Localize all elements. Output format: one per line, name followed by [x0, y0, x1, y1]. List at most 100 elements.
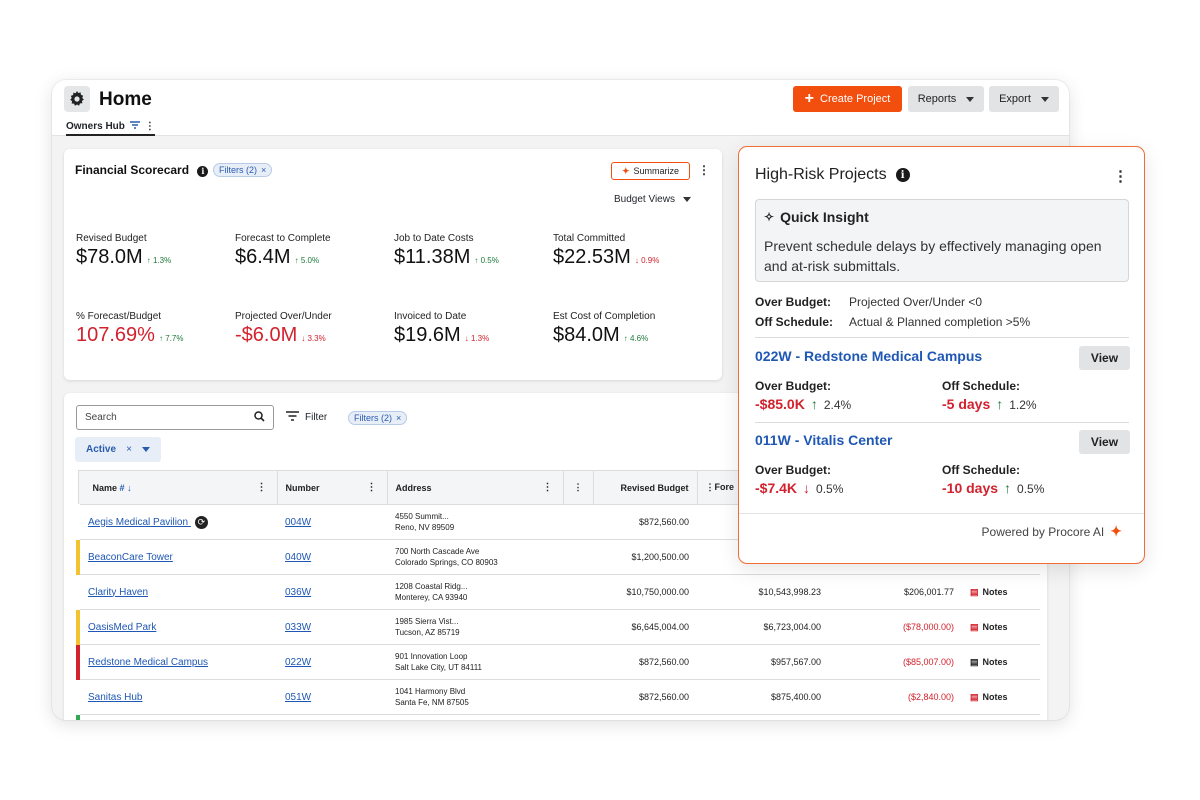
tab-label: Owners Hub: [66, 120, 125, 132]
table-row[interactable]: OasisMed Park 033W 1985 Sierra Vist... Tu…: [76, 609, 1040, 645]
header-label: Number: [285, 482, 320, 493]
address-line-1: 901 Innovation Loop: [395, 652, 468, 661]
notes-cell[interactable]: ▤ Notes: [962, 679, 1040, 715]
project-number-link[interactable]: 040W: [277, 539, 387, 575]
address-line-2: Salt Lake City, UT 84111: [395, 663, 483, 672]
notes-button[interactable]: ▤ Notes: [970, 657, 1032, 668]
project-name-link[interactable]: Redstone Medical Campus: [76, 644, 277, 680]
metric-change: 1.2%: [1009, 398, 1037, 412]
filter-lines-icon[interactable]: [129, 120, 140, 132]
metric-change-value: 0.5%: [480, 256, 499, 265]
project-name-link[interactable]: Aegis Medical Pavilion ⟳: [78, 504, 277, 540]
divider: [755, 337, 1129, 338]
reports-button[interactable]: Reports: [908, 86, 984, 112]
address-line-1: 1208 Coastal Ridg...: [395, 582, 468, 591]
search-input[interactable]: Search: [76, 405, 274, 430]
project-number-link[interactable]: 033W: [277, 609, 387, 645]
column-header-address[interactable]: Address ⋮: [386, 470, 564, 505]
kebab-menu-icon[interactable]: ⋮: [1113, 169, 1128, 184]
criteria-value: Projected Over/Under <0: [849, 295, 983, 309]
column-header-revised-budget[interactable]: Revised Budget: [592, 470, 698, 505]
partial-row-cell: [697, 714, 829, 720]
notes-cell[interactable]: ▤ Notes: [962, 644, 1040, 680]
info-icon[interactable]: i: [895, 168, 910, 182]
filters-pill-label: Filters (2): [354, 413, 392, 423]
gear-icon[interactable]: [64, 86, 90, 112]
kebab-menu-icon[interactable]: ⋮: [257, 482, 267, 493]
column-header-name[interactable]: Name # ↓ ⋮: [77, 470, 278, 505]
high-risk-project-link[interactable]: 011W - Vitalis Center: [755, 432, 892, 448]
notes-button[interactable]: ▤ Notes: [970, 692, 1032, 703]
filter-button[interactable]: Filter: [286, 411, 327, 424]
metric-forecast-to-complete: Forecast to Complete $6.4M ↑ 5.0%: [235, 233, 385, 269]
status-tag-label: Active: [86, 444, 117, 455]
notes-cell[interactable]: ▤ Notes: [962, 574, 1040, 610]
project-address: 700 North Cascade Ave Colorado Springs, …: [387, 539, 563, 575]
sync-icon[interactable]: ⟳: [194, 515, 208, 529]
column-header-menu[interactable]: ⋮: [562, 470, 594, 505]
column-header-number[interactable]: Number ⋮: [276, 470, 388, 505]
create-project-button[interactable]: + Create Project: [793, 86, 902, 112]
table-row[interactable]: Redstone Medical Campus 022W 901 Innovat…: [76, 644, 1040, 680]
arrow-down-icon: ↓: [464, 334, 469, 343]
spacer-cell: [563, 504, 593, 540]
notes-button[interactable]: ▤ Notes: [970, 622, 1032, 633]
criteria-over-budget: Over Budget: Projected Over/Under <0: [755, 295, 982, 309]
metric-value: -10 days: [942, 480, 999, 496]
top-bar: Home Owners Hub ⋮ + Create Project Repor…: [52, 80, 1069, 136]
address-line-1: 1985 Sierra Vist...: [395, 617, 459, 626]
project-name[interactable]: Aegis Medical Pavilion: [88, 517, 188, 528]
metric-label: Projected Over/Under: [235, 311, 332, 322]
metric-change: ↑ 5.0%: [295, 256, 319, 265]
table-row[interactable]: Sanitas Hub 051W 1041 Harmony Blvd Santa …: [78, 679, 1040, 715]
forecast-cell: $875,400.00: [697, 679, 829, 715]
kebab-menu-icon[interactable]: ⋮: [698, 164, 710, 176]
project-number-link[interactable]: 022W: [277, 644, 387, 680]
kebab-menu-icon[interactable]: ⋮: [574, 482, 583, 492]
project-name-link[interactable]: BeaconCare Tower: [76, 539, 277, 575]
notes-icon: ▤: [970, 691, 979, 702]
view-button[interactable]: View: [1079, 346, 1130, 370]
export-button[interactable]: Export: [989, 86, 1059, 112]
info-icon[interactable]: i: [197, 165, 209, 177]
kebab-menu-icon[interactable]: ⋮: [367, 482, 377, 493]
metric-change: 0.5%: [1017, 482, 1045, 496]
metric-change-value: 3.3%: [307, 334, 326, 343]
criteria-off-schedule: Off Schedule: Actual & Planned completion…: [755, 315, 1030, 329]
table-row[interactable]: Clarity Haven 036W 1208 Coastal Ridg... M…: [78, 574, 1040, 610]
kebab-menu-icon[interactable]: ⋮: [706, 482, 715, 492]
status-filter-tag[interactable]: Active ×: [75, 437, 161, 462]
caret-down-icon[interactable]: [141, 447, 150, 452]
sort-down-icon[interactable]: ↓: [127, 483, 132, 493]
kebab-menu-icon[interactable]: ⋮: [145, 121, 155, 132]
high-risk-project-link[interactable]: 022W - Redstone Medical Campus: [755, 348, 982, 364]
filters-pill[interactable]: Filters (2) ×: [213, 163, 273, 177]
close-icon[interactable]: ×: [261, 165, 266, 175]
notes-cell[interactable]: ▤ Notes: [962, 609, 1040, 645]
table-row: [76, 714, 1040, 720]
address-line-2: Tucson, AZ 85719: [395, 628, 460, 637]
revised-budget-cell: $872,560.00: [593, 679, 697, 715]
notes-button[interactable]: ▤ Notes: [970, 587, 1032, 598]
summarize-button[interactable]: ✦ Summarize: [611, 162, 690, 180]
filters-pill[interactable]: Filters (2) ×: [348, 411, 408, 425]
project-name-link[interactable]: OasisMed Park: [76, 609, 277, 645]
variance-cell: ($85,007.00): [829, 644, 962, 680]
close-icon[interactable]: ×: [396, 413, 401, 423]
metric-projected-over-under: Projected Over/Under -$6.0M ↓ 3.3%: [235, 311, 385, 347]
summarize-label: Summarize: [633, 166, 680, 176]
project-number-link[interactable]: 004W: [277, 504, 387, 540]
kebab-menu-icon[interactable]: ⋮: [543, 482, 553, 493]
project-number-link[interactable]: 036W: [277, 574, 387, 610]
filters-pill-label: Filters (2): [219, 165, 257, 175]
budget-views-dropdown[interactable]: Budget Views: [614, 194, 691, 205]
view-button[interactable]: View: [1079, 430, 1130, 454]
quick-insight-heading: ✧ Quick Insight: [764, 209, 869, 225]
project-name-link[interactable]: Sanitas Hub: [78, 679, 277, 715]
project-number-link[interactable]: 051W: [277, 679, 387, 715]
metric-change: 2.4%: [823, 398, 852, 412]
project-name-link[interactable]: Clarity Haven: [78, 574, 277, 610]
search-icon[interactable]: [254, 410, 265, 425]
close-icon[interactable]: ×: [126, 444, 132, 455]
tab-owners-hub[interactable]: Owners Hub ⋮: [66, 120, 155, 136]
